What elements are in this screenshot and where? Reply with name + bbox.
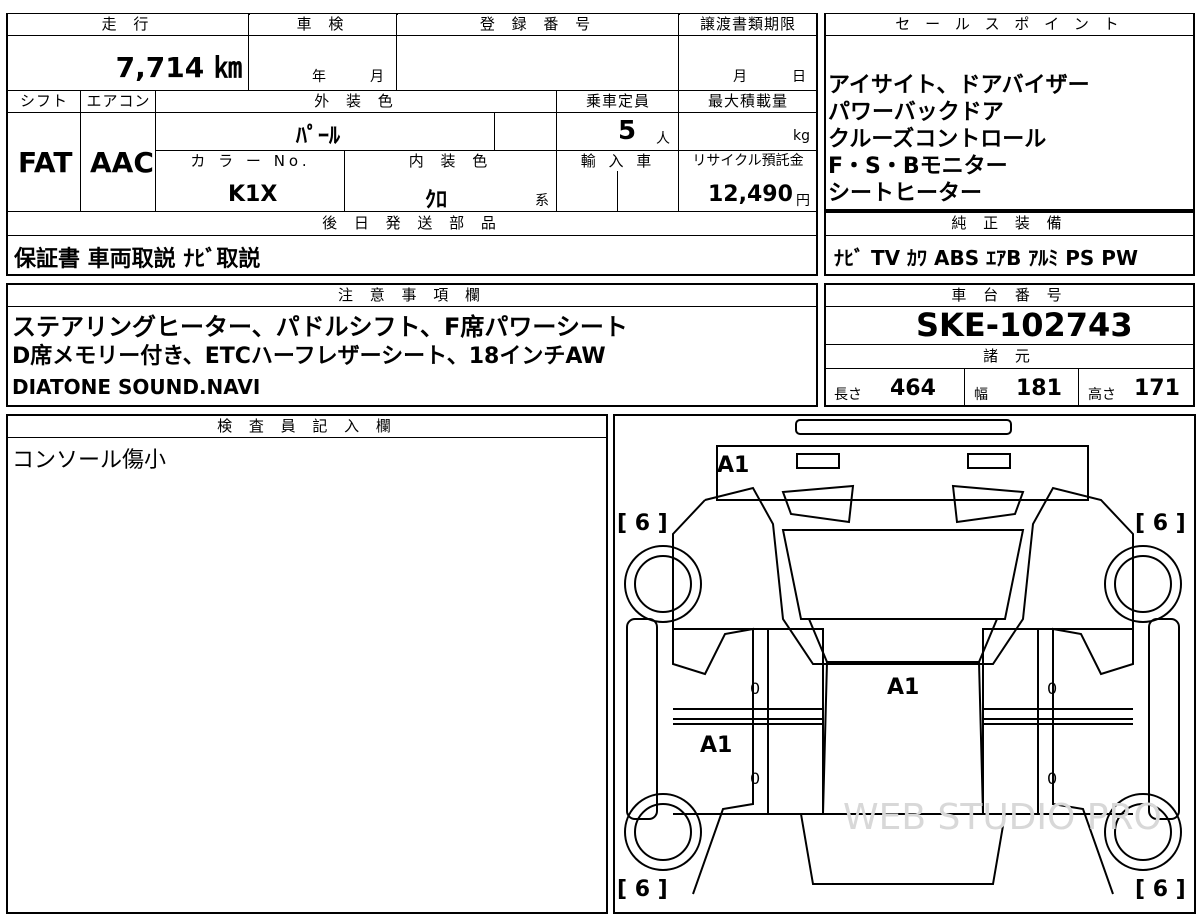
inspector-box <box>6 414 608 914</box>
mark-roof: A1 <box>887 675 919 700</box>
mark-tire-rl: [ 6 ] <box>617 877 668 900</box>
note-line: D席メモリー付き、ETCハーフレザーシート、18インチAW <box>12 344 606 369</box>
chassis-number: SKE-102743 <box>916 306 1133 344</box>
mileage-header: 走 行 <box>8 14 248 34</box>
interior-color-suffix: 系 <box>535 193 549 209</box>
shift-header: シフト <box>8 91 80 111</box>
recycle-fee-header: リサイクル預託金 <box>680 151 816 171</box>
mark-left-door: A1 <box>700 733 732 758</box>
width-label: 幅 <box>974 387 988 403</box>
interior-color-value: ｸﾛ <box>425 188 448 213</box>
inspection-month: 月 <box>370 69 384 85</box>
sales-point-item: F・S・Bモニター <box>828 154 1008 179</box>
watermark: WEB STUDIO PRO <box>843 797 1162 838</box>
inspection-header: 車 検 <box>250 14 396 34</box>
mark-door-fl: 0 <box>750 679 760 698</box>
height-value: 171 <box>1134 376 1180 401</box>
chassis-header: 車 台 番 号 <box>826 285 1193 305</box>
later-parts-header: 後 日 発 送 部 品 <box>8 213 816 233</box>
color-no-value: K1X <box>228 182 278 207</box>
note-line: ステアリングヒーター、パドルシフト、F席パワーシート <box>12 313 628 341</box>
notes-header: 注 意 事 項 欄 <box>8 285 816 305</box>
transfer-month: 月 <box>733 69 747 85</box>
genuine-equipment-items: ﾅﾋﾞ TV ｶﾜ ABS ｴｱB ｱﾙﾐ PS PW <box>834 246 1139 270</box>
genuine-equipment-header: 純 正 装 備 <box>826 213 1193 233</box>
note-line: DIATONE SOUND.NAVI <box>12 375 261 399</box>
recycle-fee-value: 12,490 <box>708 182 793 207</box>
shift-value: FAT <box>18 146 73 179</box>
capacity-value: 5 <box>618 116 637 146</box>
mark-door-rl: 0 <box>750 769 760 788</box>
length-value: 464 <box>890 376 936 401</box>
inspection-year: 年 <box>312 69 326 85</box>
sales-point-item: アイサイト、ドアバイザー <box>828 73 1090 98</box>
sales-point-item: シートヒーター <box>828 181 983 206</box>
notes-content: ステアリングヒーター、パドルシフト、F席パワーシート D席メモリー付き、ETCハ… <box>12 312 628 402</box>
registration-header: 登 録 番 号 <box>398 14 678 34</box>
width-value: 181 <box>1016 376 1062 401</box>
transfer-deadline-header: 譲渡書類期限 <box>680 14 816 34</box>
aircon-header: エアコン <box>82 91 155 111</box>
sales-points-header: セ ー ル ス ポ イ ン ト <box>826 14 1193 34</box>
max-load-unit: kg <box>793 128 810 144</box>
sales-point-item: クルーズコントロール <box>828 127 1047 152</box>
mark-front: A1 <box>717 453 749 478</box>
sales-point-item: パワーバックドア <box>828 100 1004 125</box>
recycle-fee-unit: 円 <box>796 193 810 209</box>
capacity-header: 乗車定員 <box>558 91 678 111</box>
mark-door-rr: 0 <box>1047 769 1057 788</box>
later-parts-value: 保証書 車両取説 ﾅﾋﾞ取説 <box>14 247 261 272</box>
capacity-unit: 人 <box>656 131 670 147</box>
interior-color-header: 内 装 色 <box>346 151 556 171</box>
color-no-header: カ ラ ー No. <box>157 151 344 171</box>
inspector-comment: コンソール傷小 <box>12 448 167 473</box>
inspector-header: 検 査 員 記 入 欄 <box>8 416 606 436</box>
mileage-value: 7,714 ㎞ <box>115 51 242 84</box>
height-label: 高さ <box>1088 387 1116 403</box>
car-diagram: WEB STUDIO PRO A1 A1 A1 [ 6 ] [ 6 ] [ 6 … <box>617 419 1186 900</box>
aircon-value: AAC <box>90 146 154 179</box>
exterior-color-value: ﾊﾟｰﾙ <box>296 124 341 149</box>
specs-header: 諸 元 <box>826 346 1193 366</box>
import-header: 輸 入 車 <box>558 151 678 171</box>
transfer-day: 日 <box>792 69 806 85</box>
max-load-header: 最大積載量 <box>680 91 816 111</box>
length-label: 長さ <box>834 387 862 403</box>
exterior-color-header: 外 装 色 <box>157 91 556 111</box>
mark-tire-rr: [ 6 ] <box>1135 877 1186 900</box>
mark-tire-fr: [ 6 ] <box>1135 511 1186 536</box>
sales-points-list: アイサイト、ドアバイザー パワーバックドア クルーズコントロール F・S・Bモニ… <box>828 72 1090 207</box>
mark-door-fr: 0 <box>1047 679 1057 698</box>
mark-tire-fl: [ 6 ] <box>617 511 668 536</box>
